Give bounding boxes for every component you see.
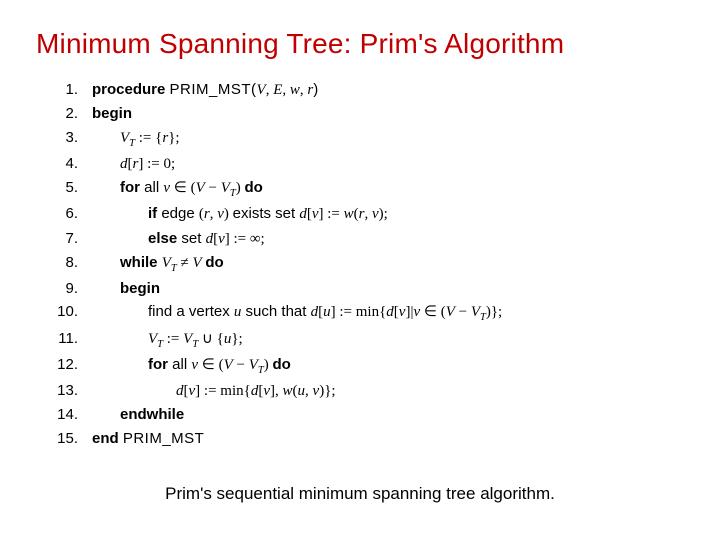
line-number: 10. [44,300,92,323]
line-body: end PRIM_MST [92,427,204,450]
line-body: begin [92,277,160,300]
line-number: 11. [44,327,92,350]
line-body: while VT ≠ V do [92,251,224,277]
line-number: 15. [44,427,92,450]
line-body: if edge (r, v) exists set d[v] := w(r, v… [92,202,388,226]
algo-line: 10.find a vertex u such that d[u] := min… [44,300,684,326]
line-number: 7. [44,227,92,250]
line-body: find a vertex u such that d[u] := min{d[… [92,300,502,326]
line-number: 12. [44,353,92,376]
algo-line: 8.while VT ≠ V do [44,251,684,277]
line-number: 5. [44,176,92,199]
line-body: d[v] := min{d[v], w(u, v)}; [92,379,336,403]
line-body: procedure PRIM_MST(V, E, w, r) [92,78,319,102]
algo-line: 13.d[v] := min{d[v], w(u, v)}; [44,379,684,403]
algo-line: 12.for all v ∈ (V − VT) do [44,353,684,379]
line-body: VT := {r}; [92,126,180,152]
line-number: 1. [44,78,92,101]
algo-line: 9.begin [44,277,684,300]
algo-line: 14.endwhile [44,403,684,426]
line-body: d[r] := 0; [92,152,175,176]
line-body: VT := VT ∪ {u}; [92,327,243,353]
algo-line: 1.procedure PRIM_MST(V, E, w, r) [44,78,684,102]
algo-line: 5.for all v ∈ (V − VT) do [44,176,684,202]
slide: Minimum Spanning Tree: Prim's Algorithm … [0,0,720,540]
algo-line: 4.d[r] := 0; [44,152,684,176]
algo-line: 3.VT := {r}; [44,126,684,152]
algo-line: 7.else set d[v] := ∞; [44,227,684,251]
line-number: 4. [44,152,92,175]
algo-line: 2.begin [44,102,684,125]
algo-line: 6.if edge (r, v) exists set d[v] := w(r,… [44,202,684,226]
line-body: begin [92,102,132,125]
line-number: 8. [44,251,92,274]
line-number: 6. [44,202,92,225]
algorithm-block: 1.procedure PRIM_MST(V, E, w, r)2.begin3… [44,78,684,450]
slide-title: Minimum Spanning Tree: Prim's Algorithm [36,28,684,60]
line-number: 2. [44,102,92,125]
line-body: endwhile [92,403,184,426]
algo-line: 11.VT := VT ∪ {u}; [44,327,684,353]
line-number: 3. [44,126,92,149]
line-number: 14. [44,403,92,426]
caption: Prim's sequential minimum spanning tree … [36,484,684,504]
line-number: 9. [44,277,92,300]
algo-line: 15.end PRIM_MST [44,427,684,450]
line-body: for all v ∈ (V − VT) do [92,353,291,379]
line-body: else set d[v] := ∞; [92,227,265,251]
line-number: 13. [44,379,92,402]
line-body: for all v ∈ (V − VT) do [92,176,263,202]
